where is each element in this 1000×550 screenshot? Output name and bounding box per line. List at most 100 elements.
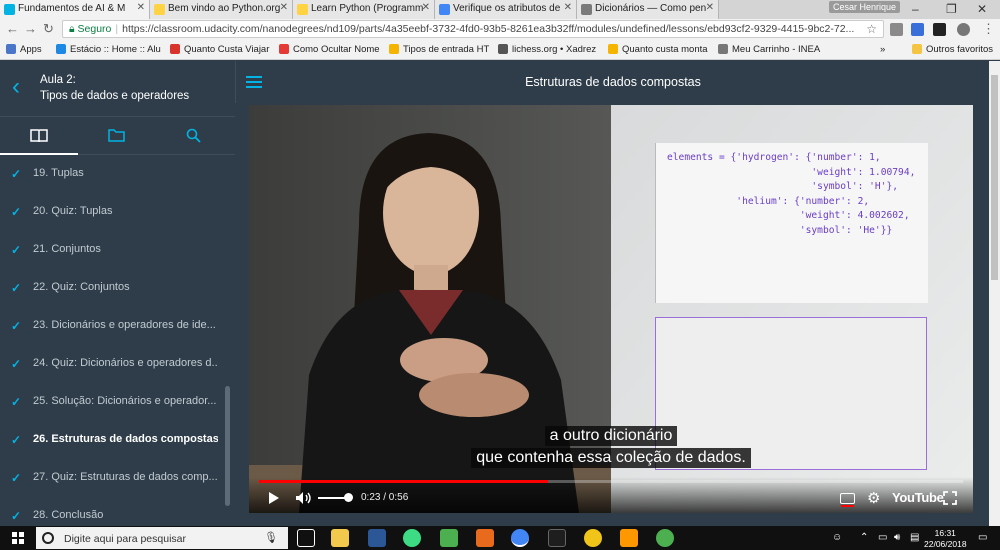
video-progress-bar[interactable] (259, 480, 963, 483)
chrome-icon[interactable] (511, 529, 529, 547)
close-tab-icon[interactable]: ✕ (137, 2, 145, 13)
close-tab-icon[interactable]: ✕ (280, 2, 288, 13)
minimize-icon[interactable]: – (912, 2, 919, 16)
search-icon (186, 128, 201, 143)
concept-item-current[interactable]: ✓ 26. Estruturas de dados compostas (0, 422, 225, 460)
app-icon[interactable] (368, 529, 386, 547)
book-icon (30, 129, 48, 143)
browser-tab[interactable]: Dicionários — Como pen ✕ (577, 0, 719, 19)
extension-icon[interactable] (911, 23, 924, 36)
file-explorer-icon[interactable] (331, 529, 349, 547)
code-line: elements = {'hydrogen': {'number': 1, (667, 152, 881, 163)
browser-tab[interactable]: Verifique os atributos de ✕ (435, 0, 577, 19)
bookmark-item[interactable]: Quanto custa monta (608, 44, 708, 55)
sidebar-tabs (0, 117, 235, 155)
volume-slider-knob[interactable] (344, 493, 353, 502)
bookmark-item[interactable]: lichess.org • Xadrez (498, 44, 596, 55)
check-icon: ✓ (11, 471, 22, 485)
sublime-icon[interactable] (620, 529, 638, 547)
settings-gear-icon[interactable]: ⚙ (867, 489, 880, 507)
taskbar-search[interactable]: Digite aqui para pesquisar 🎙︎ (36, 527, 288, 549)
tab-title: Fundamentos de AI & M (18, 3, 126, 14)
bookmark-item[interactable]: Estácio :: Home :: Alu (56, 44, 166, 55)
browser-tab[interactable]: Learn Python (Programm ✕ (293, 0, 435, 19)
tray-chevron-up-icon[interactable]: ⌃ (860, 532, 868, 543)
concept-item[interactable]: ✓ 27. Quiz: Estruturas de dados comp... (0, 460, 225, 498)
sidebar-header: ‹ Aula 2: Tipos de dados e operadores (0, 61, 235, 117)
close-tab-icon[interactable]: ✕ (706, 2, 714, 13)
app-icon[interactable] (584, 529, 602, 547)
speaker-icon[interactable]: 🔊︎ (894, 532, 900, 543)
bookmark-star-icon[interactable]: ☆ (866, 22, 877, 36)
concept-item[interactable]: ✓ 21. Conjuntos (0, 232, 225, 270)
close-tab-icon[interactable]: ✕ (422, 2, 430, 13)
clock[interactable]: 16:31 22/06/2018 (924, 528, 967, 550)
app-icon[interactable] (476, 529, 494, 547)
tab-title: Learn Python (Programm (311, 3, 424, 14)
windows-start-icon[interactable] (12, 532, 24, 544)
browser-tab[interactable]: Fundamentos de AI & M ✕ (0, 0, 150, 19)
concept-title: 28. Conclusão (33, 509, 104, 521)
concept-item[interactable]: ✓ 25. Solução: Dicionários e operador... (0, 384, 225, 422)
extension-icon[interactable] (890, 23, 903, 36)
microphone-icon[interactable]: 🎙︎ (264, 531, 278, 544)
bookmarks-more[interactable]: » (880, 44, 885, 55)
back-chevron-icon[interactable]: ‹ (12, 75, 20, 99)
page-scrollbar[interactable] (989, 61, 1000, 526)
tab-title: Verifique os atributos de (453, 3, 561, 14)
network-icon[interactable]: ▭ (878, 532, 887, 543)
time-display: 0:23 / 0:56 (361, 492, 409, 503)
youtube-logo[interactable]: YouTube (892, 490, 944, 505)
close-tab-icon[interactable]: ✕ (564, 2, 572, 13)
other-bookmarks[interactable]: Outros favoritos (912, 44, 993, 55)
task-view-icon[interactable] (297, 529, 315, 547)
reload-icon[interactable]: ↻ (43, 21, 54, 37)
bookmark-apps[interactable]: Apps (6, 44, 42, 55)
torrent-icon[interactable] (656, 529, 674, 547)
extension-icon[interactable] (933, 23, 946, 36)
concept-title: 23. Dicionários e operadores de ide... (33, 319, 216, 331)
close-window-icon[interactable]: ✕ (977, 2, 987, 16)
concept-item[interactable]: ✓ 20. Quiz: Tuplas (0, 194, 225, 232)
video-player[interactable]: elements = {'hydrogen': {'number': 1, 'w… (249, 105, 973, 513)
sidebar-scrollbar[interactable] (225, 386, 230, 506)
captions-icon[interactable] (840, 493, 855, 507)
app-icon[interactable] (403, 529, 421, 547)
profile-name[interactable]: Cesar Henrique (828, 1, 900, 13)
concept-item[interactable]: ✓ 28. Conclusão (0, 498, 225, 526)
address-bar[interactable]: 🔒︎ Seguro | https://classroom.udacity.com/… (62, 20, 884, 38)
check-icon: ✓ (11, 433, 22, 447)
notifications-icon[interactable]: ▭ (978, 532, 987, 543)
concept-item[interactable]: ✓ 19. Tuplas (0, 156, 225, 194)
concept-item[interactable]: ✓ 24. Quiz: Dicionários e operadores d... (0, 346, 225, 384)
fullscreen-icon[interactable] (943, 491, 957, 505)
app-icon[interactable] (440, 529, 458, 547)
check-icon: ✓ (11, 243, 22, 257)
concept-item[interactable]: ✓ 22. Quiz: Conjuntos (0, 270, 225, 308)
people-icon[interactable]: ☺ (832, 532, 842, 543)
url-text: https://classroom.udacity.com/nanodegree… (122, 23, 855, 35)
concept-title: 20. Quiz: Tuplas (33, 205, 113, 217)
menu-dots-icon[interactable]: ⋮ (982, 21, 995, 37)
page-scrollbar-thumb[interactable] (991, 75, 998, 280)
tab-search[interactable] (156, 117, 234, 155)
back-icon[interactable]: ← (6, 21, 19, 36)
language-icon[interactable]: ▤ (910, 532, 919, 543)
bookmark-item[interactable]: Quanto Custa Viajar (170, 44, 269, 55)
concept-item[interactable]: ✓ 23. Dicionários e operadores de ide... (0, 308, 225, 346)
tab-resources[interactable] (78, 117, 156, 155)
volume-icon[interactable] (295, 491, 313, 505)
extension-icon[interactable] (957, 23, 970, 36)
play-icon[interactable] (268, 491, 280, 505)
browser-tab[interactable]: Bem vindo ao Python.org ✕ (150, 0, 293, 19)
bookmark-item[interactable]: Como Ocultar Nome (279, 44, 380, 55)
tab-concepts[interactable] (0, 117, 78, 155)
bookmark-favicon-icon (498, 44, 508, 54)
concept-title: 22. Quiz: Conjuntos (33, 281, 130, 293)
forward-icon[interactable]: → (24, 21, 37, 36)
bookmark-item[interactable]: Tipos de entrada HT (389, 44, 489, 55)
maximize-icon[interactable]: ❐ (946, 2, 957, 16)
bookmark-item[interactable]: Meu Carrinho - INEA (718, 44, 820, 55)
code-line: 'weight': 4.002602, (667, 210, 910, 222)
app-icon[interactable] (548, 529, 566, 547)
